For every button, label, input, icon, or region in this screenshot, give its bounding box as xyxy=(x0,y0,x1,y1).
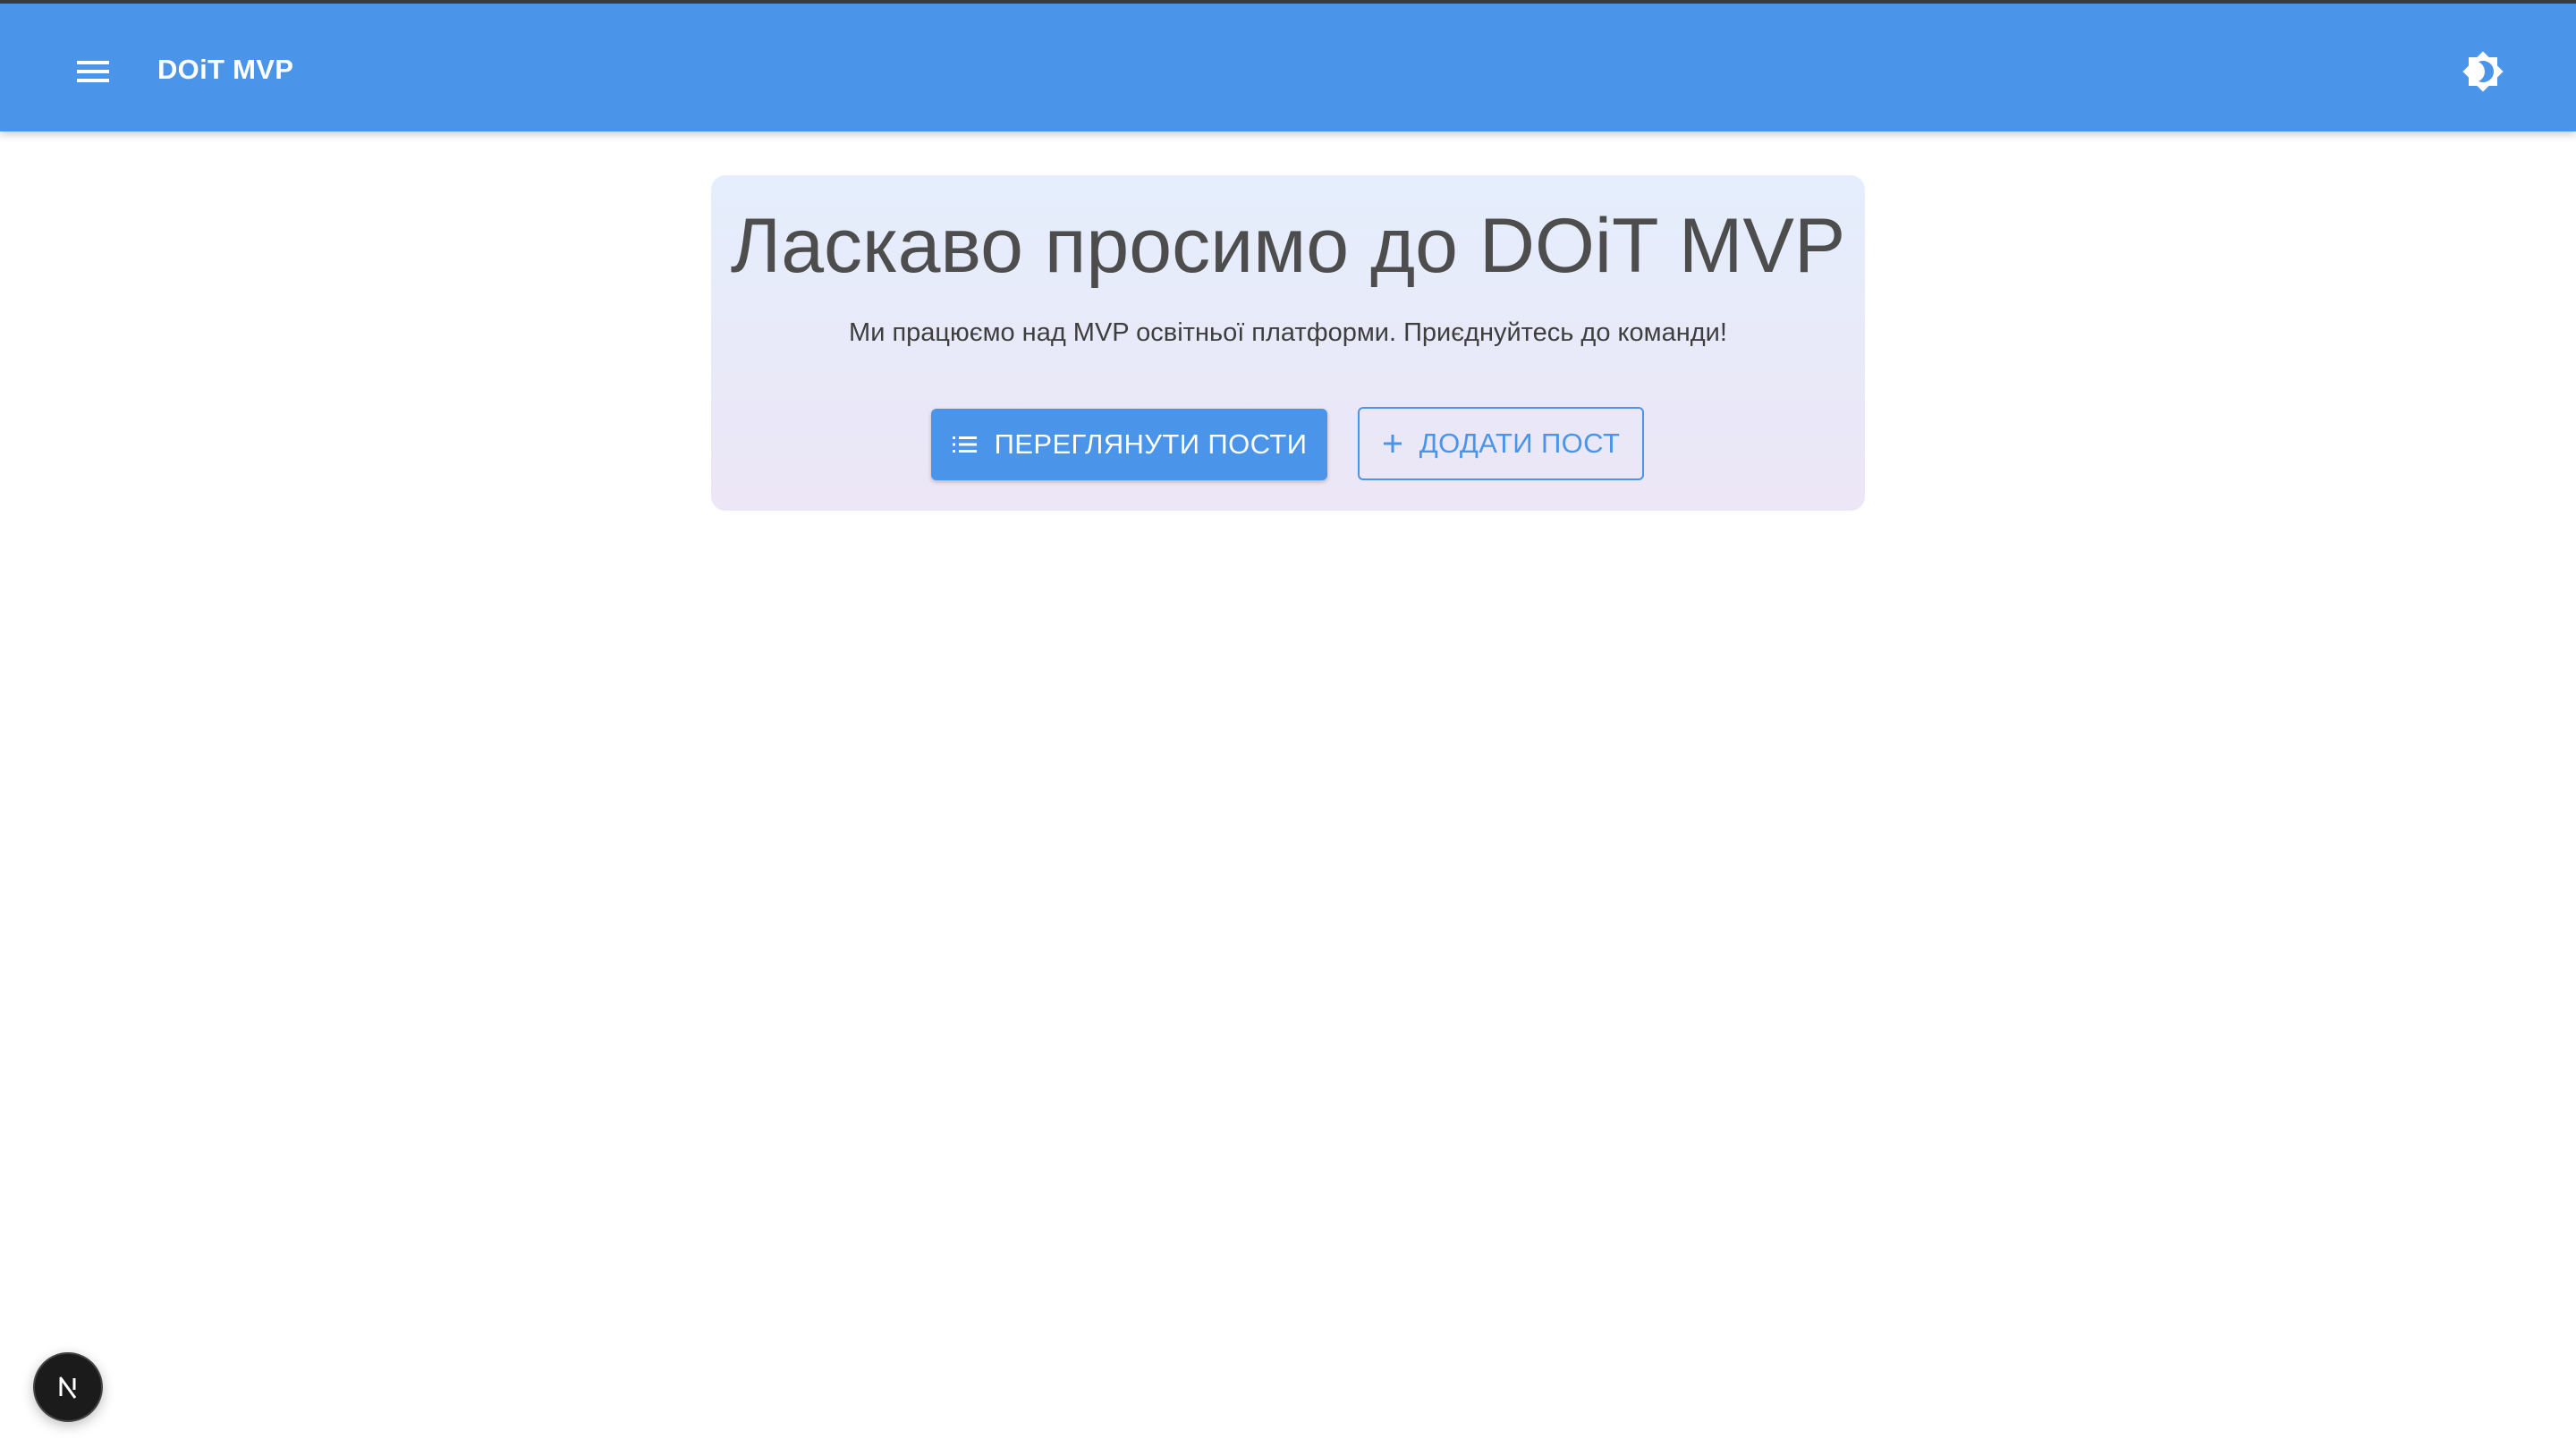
theme-toggle-button[interactable] xyxy=(2454,43,2512,100)
brightness-icon xyxy=(2462,51,2504,92)
app-bar: DOiT MVP xyxy=(0,4,2576,131)
hero-subtitle: Ми працюємо над MVP освітньої платформи.… xyxy=(849,318,1727,347)
add-post-label: ДОДАТИ ПОСТ xyxy=(1419,427,1621,459)
nextjs-icon xyxy=(59,1376,77,1399)
menu-icon xyxy=(77,61,109,82)
page-title: Ласкаво просимо до DOiT MVP xyxy=(730,203,1846,289)
add-post-button[interactable]: ДОДАТИ ПОСТ xyxy=(1358,407,1644,480)
menu-button[interactable] xyxy=(64,43,122,100)
nextjs-dev-badge[interactable] xyxy=(33,1352,103,1422)
view-posts-button[interactable]: ПЕРЕГЛЯНУТИ ПОСТИ xyxy=(931,409,1327,480)
list-icon xyxy=(952,434,979,455)
view-posts-label: ПЕРЕГЛЯНУТИ ПОСТИ xyxy=(994,428,1308,460)
plus-icon xyxy=(1382,433,1403,454)
welcome-hero-card: Ласкаво просимо до DOiT MVP Ми працюємо … xyxy=(711,175,1865,511)
app-title[interactable]: DOiT MVP xyxy=(157,54,293,86)
